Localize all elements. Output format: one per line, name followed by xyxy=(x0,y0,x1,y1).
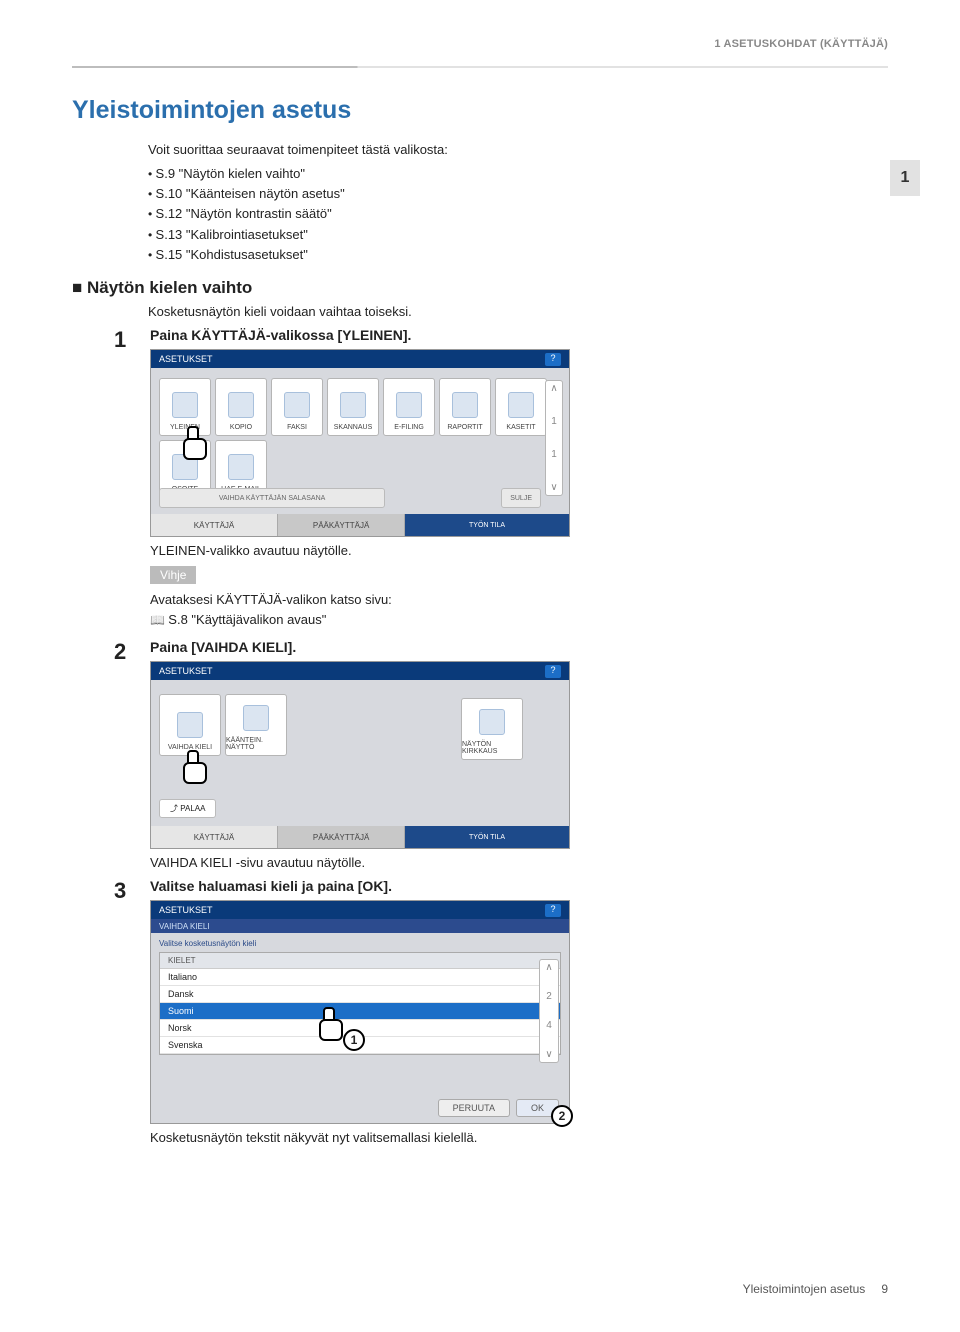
tile-icon xyxy=(452,392,478,418)
scroll-pager[interactable]: ∧ 2 4 ∨ xyxy=(539,959,559,1063)
tile-icon xyxy=(172,454,198,480)
chevron-up-icon[interactable]: ∧ xyxy=(550,383,557,394)
intro-item: S.9 "Näytön kielen vaihto" xyxy=(148,164,798,184)
tile-icon xyxy=(172,392,198,418)
intro-block: Voit suorittaa seuraavat toimenpiteet tä… xyxy=(148,140,798,265)
footer-section: Yleistoimintojen asetus xyxy=(743,1282,866,1296)
section-subtext: Kosketusnäytön kieli voidaan vaihtaa toi… xyxy=(148,304,872,319)
chapter-label: 1 ASETUSKOHDAT (KÄYTTÄJÄ) xyxy=(714,38,888,50)
header-rule xyxy=(72,66,888,68)
step-title: Paina [VAIHDA KIELI]. xyxy=(150,639,872,655)
list-item-selected[interactable]: Suomi xyxy=(160,1003,560,1020)
setting-tile[interactable]: RAPORTIT xyxy=(439,378,491,436)
section-heading: Näytön kielen vaihto xyxy=(72,278,872,298)
close-button[interactable]: SULJE xyxy=(501,488,541,508)
callout-bubble: 2 xyxy=(551,1105,573,1127)
tile-icon xyxy=(508,392,534,418)
step-number: 3 xyxy=(114,878,136,1124)
list-header: KIELET xyxy=(160,953,560,969)
tile-icon xyxy=(284,392,310,418)
cancel-button[interactable]: PERUUTA xyxy=(438,1099,510,1117)
setting-tile[interactable]: E-FILING xyxy=(383,378,435,436)
screenshot-general-menu: ASETUKSET ? VAIHDA KIELI KÄÄNTEIN. NÄYTT… xyxy=(150,661,570,849)
tab-admin[interactable]: PÄÄKÄYTTÄJÄ xyxy=(278,826,405,848)
help-icon[interactable]: ? xyxy=(545,353,561,366)
screenshot-settings-grid: ASETUKSET ? YLEINEN KOPIO FAKSI SKANNAUS… xyxy=(150,349,570,537)
setting-tile[interactable]: FAKSI xyxy=(271,378,323,436)
tile-icon xyxy=(228,392,254,418)
step-row: 2 Paina [VAIHDA KIELI]. ASETUKSET ? VAIH… xyxy=(114,639,872,849)
globe-icon xyxy=(177,712,203,738)
page-side-tab: 1 xyxy=(890,160,920,196)
intro-item: S.12 "Näytön kontrastin säätö" xyxy=(148,204,798,224)
setting-tile[interactable]: KOPIO xyxy=(215,378,267,436)
step-after-text: YLEINEN-valikko avautuu näytölle. xyxy=(150,543,872,558)
tip-body: Avataksesi KÄYTTÄJÄ-valikon katso sivu: … xyxy=(150,590,872,629)
list-item[interactable]: Dansk xyxy=(160,986,560,1003)
back-button[interactable]: ⤴ PALAA xyxy=(159,799,216,818)
shot-subtitle: VAIHDA KIELI xyxy=(151,919,569,933)
tile-icon xyxy=(396,392,422,418)
step-number: 1 xyxy=(114,327,136,537)
chevron-up-icon[interactable]: ∧ xyxy=(545,962,552,973)
job-status[interactable]: TYÖN TILA xyxy=(405,826,569,848)
list-item[interactable]: Italiano xyxy=(160,969,560,986)
shot-title: ASETUKSET xyxy=(159,354,213,364)
footer-page-number: 9 xyxy=(881,1282,888,1296)
intro-item: S.10 "Käänteisen näytön asetus" xyxy=(148,184,798,204)
change-password-button[interactable]: VAIHDA KÄYTTÄJÄN SALASANA xyxy=(159,488,385,508)
help-icon[interactable]: ? xyxy=(545,665,561,678)
step-title: Valitse haluamasi kieli ja paina [OK]. xyxy=(150,878,872,894)
scroll-pager[interactable]: ∧ 1 1 ∨ xyxy=(545,380,563,496)
sun-icon xyxy=(479,709,505,735)
step-row: 3 Valitse haluamasi kieli ja paina [OK].… xyxy=(114,878,872,1124)
chevron-down-icon[interactable]: ∨ xyxy=(545,1049,552,1060)
page-footer: Yleistoimintojen asetus 9 xyxy=(72,1282,888,1296)
shot-title: ASETUKSET xyxy=(159,666,213,676)
screenshot-language-list: ASETUKSET ? VAIHDA KIELI Valitse kosketu… xyxy=(150,900,570,1124)
step-after-text: Kosketusnäytön tekstit näkyvät nyt valit… xyxy=(150,1130,872,1145)
setting-tile[interactable]: SKANNAUS xyxy=(327,378,379,436)
step-row: 1 Paina KÄYTTÄJÄ-valikossa [YLEINEN]. AS… xyxy=(114,327,872,537)
intro-item: S.13 "Kalibrointiasetukset" xyxy=(148,225,798,245)
setting-tile-yleinen[interactable]: YLEINEN xyxy=(159,378,211,436)
page-title: Yleistoimintojen asetus xyxy=(72,96,351,125)
brightness-tile[interactable]: NÄYTÖN KIRKKAUS xyxy=(461,698,523,760)
step-title: Paina KÄYTTÄJÄ-valikossa [YLEINEN]. xyxy=(150,327,872,343)
step-after-text: VAIHDA KIELI -sivu avautuu näytölle. xyxy=(150,855,872,870)
tab-user[interactable]: KÄYTTÄJÄ xyxy=(151,826,278,848)
tile-icon xyxy=(228,454,254,480)
step-number: 2 xyxy=(114,639,136,849)
callout-bubble: 1 xyxy=(343,1029,365,1051)
intro-item: S.15 "Kohdistusasetukset" xyxy=(148,245,798,265)
chevron-down-icon[interactable]: ∨ xyxy=(550,482,557,493)
tile-icon xyxy=(340,392,366,418)
help-icon[interactable]: ? xyxy=(545,904,561,917)
job-status[interactable]: TYÖN TILA xyxy=(405,514,569,536)
header-bar: 1 ASETUSKOHDAT (KÄYTTÄJÄ) xyxy=(0,38,960,62)
tab-user[interactable]: KÄYTTÄJÄ xyxy=(151,514,278,536)
shot-title: ASETUKSET xyxy=(159,905,213,915)
setting-tile[interactable]: KASETIT xyxy=(495,378,547,436)
invert-display-tile[interactable]: KÄÄNTEIN. NÄYTTÖ xyxy=(225,694,287,756)
tab-admin[interactable]: PÄÄKÄYTTÄJÄ xyxy=(278,514,405,536)
invert-icon xyxy=(243,705,269,731)
intro-lead: Voit suorittaa seuraavat toimenpiteet tä… xyxy=(148,140,798,160)
hint-text: Valitse kosketusnäytön kieli xyxy=(159,939,561,948)
change-language-tile[interactable]: VAIHDA KIELI xyxy=(159,694,221,756)
tip-label: Vihje xyxy=(150,566,196,584)
